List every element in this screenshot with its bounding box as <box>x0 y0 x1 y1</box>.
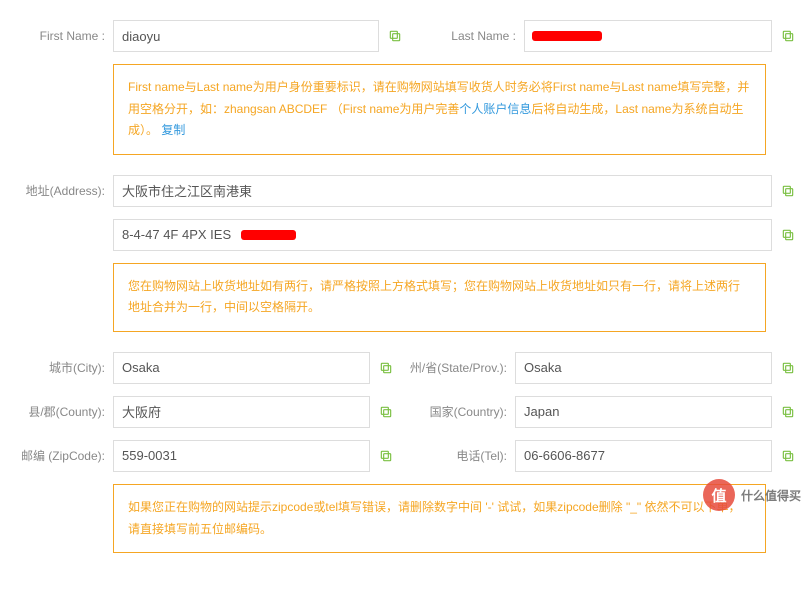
copy-icon[interactable] <box>780 183 796 199</box>
copy-icon[interactable] <box>378 448 394 464</box>
address-notice: 您在购物网站上收货地址如有两行，请严格按照上方格式填写；您在购物网站上收货地址如… <box>113 263 766 332</box>
tel-label: 电话(Tel): <box>402 447 507 464</box>
copy-icon[interactable] <box>387 28 403 44</box>
watermark-badge: 值 <box>703 479 735 511</box>
zipcode-notice: 如果您正在购物的网站提示zipcode或tel填写错误，请删除数字中间 '-' … <box>113 484 766 553</box>
zipcode-label: 邮编 (ZipCode): <box>15 447 105 464</box>
address-label: 地址(Address): <box>15 182 105 199</box>
address-line1-input[interactable] <box>113 175 772 207</box>
copy-icon[interactable] <box>780 227 796 243</box>
zipcode-input[interactable] <box>113 440 370 472</box>
city-label: 城市(City): <box>15 359 105 376</box>
tel-input[interactable] <box>515 440 772 472</box>
name-notice: First name与Last name为用户身份重要标识，请在购物网站填写收货… <box>113 64 766 155</box>
city-input[interactable] <box>113 352 370 384</box>
copy-icon[interactable] <box>780 404 796 420</box>
account-info-link[interactable]: 个人账户信息 <box>459 102 531 116</box>
copy-icon[interactable] <box>378 360 394 376</box>
state-input[interactable] <box>515 352 772 384</box>
county-input[interactable] <box>113 396 370 428</box>
copy-icon[interactable] <box>780 360 796 376</box>
first-name-label: First Name : <box>15 29 105 43</box>
state-label: 州/省(State/Prov.): <box>402 359 507 376</box>
copy-icon[interactable] <box>378 404 394 420</box>
watermark: 值 什么值得买 <box>703 479 801 511</box>
country-input[interactable] <box>515 396 772 428</box>
county-label: 县/郡(County): <box>15 403 105 420</box>
redacted-mark <box>241 230 296 240</box>
copy-link[interactable]: 复制 <box>161 123 185 137</box>
address-line2-input[interactable] <box>113 219 772 251</box>
watermark-text: 什么值得买 <box>741 487 801 504</box>
last-name-label: Last Name : <box>411 29 516 43</box>
first-name-input[interactable] <box>113 20 379 52</box>
copy-icon[interactable] <box>780 448 796 464</box>
redacted-mark <box>532 31 602 41</box>
country-label: 国家(Country): <box>402 403 507 420</box>
copy-icon[interactable] <box>780 28 796 44</box>
